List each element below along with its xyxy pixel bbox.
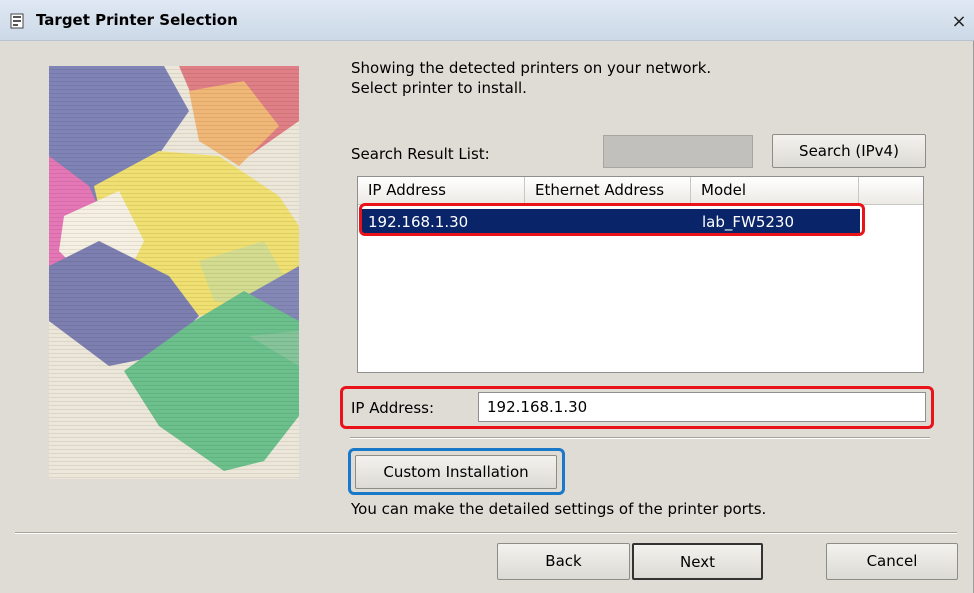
- intro-line-1: Showing the detected printers on your ne…: [351, 59, 712, 77]
- list-header: IP Address Ethernet Address Model: [358, 177, 923, 205]
- footer-divider: [15, 532, 957, 534]
- printer-setup-icon: [10, 13, 24, 29]
- custom-installation-description: You can make the detailed settings of th…: [351, 500, 767, 518]
- column-header-ip-address[interactable]: IP Address: [358, 177, 525, 204]
- ip-address-label: IP Address:: [351, 399, 435, 417]
- column-header-model[interactable]: Model: [691, 177, 859, 204]
- ip-address-input[interactable]: [478, 392, 926, 422]
- row-model: lab_FW5230: [702, 213, 795, 231]
- search-result-list-label: Search Result List:: [351, 145, 490, 163]
- column-header-ethernet-address[interactable]: Ethernet Address: [525, 177, 691, 204]
- table-row[interactable]: 192.168.1.30 lab_FW5230: [362, 209, 860, 235]
- custom-installation-button[interactable]: Custom Installation: [355, 455, 557, 489]
- section-divider: [350, 437, 930, 439]
- title-bar: Target Printer Selection ×: [0, 0, 974, 41]
- intro-line-2: Select printer to install.: [351, 79, 527, 97]
- back-button[interactable]: Back: [497, 543, 630, 580]
- close-icon[interactable]: ×: [948, 12, 970, 32]
- column-header-filler: [859, 177, 923, 204]
- window-title: Target Printer Selection: [36, 11, 238, 29]
- search-ipv4-button[interactable]: Search (IPv4): [772, 134, 926, 168]
- search-status-field: [603, 135, 753, 168]
- cancel-button[interactable]: Cancel: [826, 543, 958, 580]
- row-ip-address: 192.168.1.30: [368, 213, 469, 231]
- next-button[interactable]: Next: [632, 543, 763, 580]
- search-result-list[interactable]: IP Address Ethernet Address Model 192.16…: [357, 176, 924, 373]
- decorative-artwork: [49, 66, 299, 479]
- printer-selection-dialog: Target Printer Selection × Showing the d…: [0, 0, 974, 593]
